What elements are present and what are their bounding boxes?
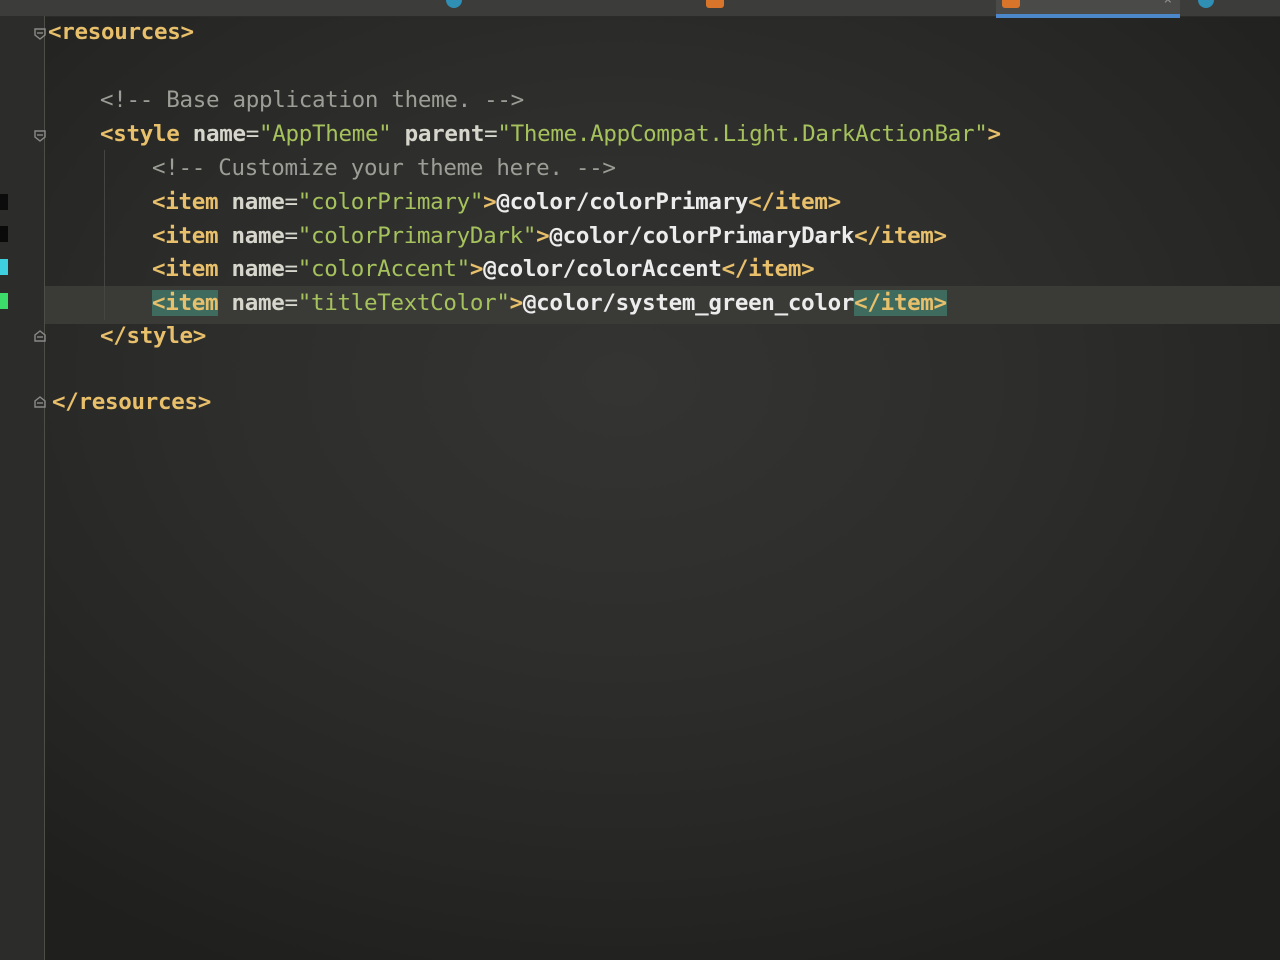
xml-tag: <item [152, 256, 219, 282]
xml-attr: name [218, 290, 285, 316]
xml-attr-value: "Theme.AppCompat.Light.DarkActionBar" [497, 121, 988, 147]
xml-text: @color/colorAccent [483, 256, 722, 282]
xml-eq: = [245, 121, 260, 147]
code-line-comment-customize[interactable]: <!-- Customize your theme here. --> [152, 153, 616, 183]
xml-tag: <style [100, 121, 180, 147]
xml-comment: <!-- Customize your theme here. --> [152, 155, 616, 181]
xml-attr: name [179, 121, 246, 147]
xml-bracket: > [469, 256, 484, 282]
code-line-item-colorPrimaryDark[interactable]: <item name="colorPrimaryDark">@color/col… [152, 221, 947, 251]
xml-text: @color/colorPrimaryDark [549, 223, 855, 249]
xml-bracket: > [483, 189, 497, 215]
xml-file-icon [1002, 0, 1020, 8]
fold-open-icon[interactable] [34, 28, 46, 40]
xml-tag: </item> [721, 256, 815, 282]
xml-tag: </resources> [52, 389, 211, 415]
code-line-item-colorAccent[interactable]: <item name="colorAccent">@color/colorAcc… [152, 254, 815, 284]
xml-text: @color/system_green_color [522, 290, 855, 316]
xml-tag: <resources> [48, 19, 194, 45]
code-editor-screen: × <resources> <!-- Base application them… [0, 0, 1280, 960]
editor-tab[interactable] [700, 0, 980, 14]
editor-tab-active[interactable]: × [996, 0, 1180, 18]
editor-gutter [0, 16, 44, 960]
xml-bracket: > [987, 121, 1002, 147]
xml-tag: </item> [748, 189, 841, 215]
xml-tag: </style> [100, 323, 206, 349]
xml-eq: = [284, 223, 298, 249]
xml-attr-value: "colorAccent" [297, 256, 471, 282]
xml-eq: = [284, 189, 298, 215]
color-swatch-titleTextColor[interactable] [0, 293, 8, 309]
close-tab-icon[interactable]: × [1164, 0, 1172, 8]
xml-tag: </item> [854, 223, 947, 249]
xml-attr: name [218, 223, 285, 249]
code-line-resources-close[interactable]: </resources> [52, 387, 211, 417]
file-icon [446, 0, 462, 8]
xml-tag: <item [152, 189, 219, 215]
color-swatch-colorPrimary[interactable] [0, 194, 8, 210]
gutter-divider [44, 16, 45, 960]
fold-close-icon[interactable] [34, 396, 46, 408]
xml-eq: = [284, 256, 298, 282]
code-line-comment-base[interactable]: <!-- Base application theme. --> [100, 85, 524, 115]
xml-attr-value: "titleTextColor" [297, 290, 510, 316]
xml-eq: = [284, 290, 298, 316]
xml-tag: <item [152, 223, 219, 249]
xml-eq: = [484, 121, 498, 147]
xml-tag-matched: </item> [854, 290, 947, 316]
editor-tab-bar: × [0, 0, 1280, 18]
fold-close-icon[interactable] [34, 330, 46, 342]
xml-comment: <!-- Base application theme. --> [100, 87, 524, 113]
xml-bracket: > [509, 290, 524, 316]
xml-attr: parent [391, 121, 485, 147]
xml-bracket: > [536, 223, 550, 249]
code-line-item-colorPrimary[interactable]: <item name="colorPrimary">@color/colorPr… [152, 187, 841, 217]
xml-text: @color/colorPrimary [496, 189, 749, 215]
color-swatch-colorAccent[interactable] [0, 259, 8, 275]
file-icon [1198, 0, 1214, 8]
xml-attr-value: "AppTheme" [258, 121, 392, 147]
code-line-style-close[interactable]: </style> [100, 321, 206, 351]
xml-attr-value: "colorPrimary" [297, 189, 484, 215]
code-line-item-titleTextColor[interactable]: <item name="titleTextColor">@color/syste… [152, 288, 947, 318]
indent-guide [104, 150, 105, 320]
editor-tab[interactable] [1192, 0, 1280, 14]
editor-tab[interactable] [440, 0, 480, 14]
color-swatch-colorPrimaryDark[interactable] [0, 226, 8, 242]
xml-attr-value: "colorPrimaryDark" [297, 223, 537, 249]
fold-open-icon[interactable] [34, 130, 46, 142]
code-line-style-open[interactable]: <style name="AppTheme" parent="Theme.App… [100, 119, 1001, 149]
code-line-resources-open[interactable]: <resources> [48, 17, 194, 47]
xml-attr: name [218, 189, 285, 215]
xml-attr: name [218, 256, 285, 282]
xml-tag-matched: <item [152, 290, 219, 316]
xml-file-icon [706, 0, 724, 8]
